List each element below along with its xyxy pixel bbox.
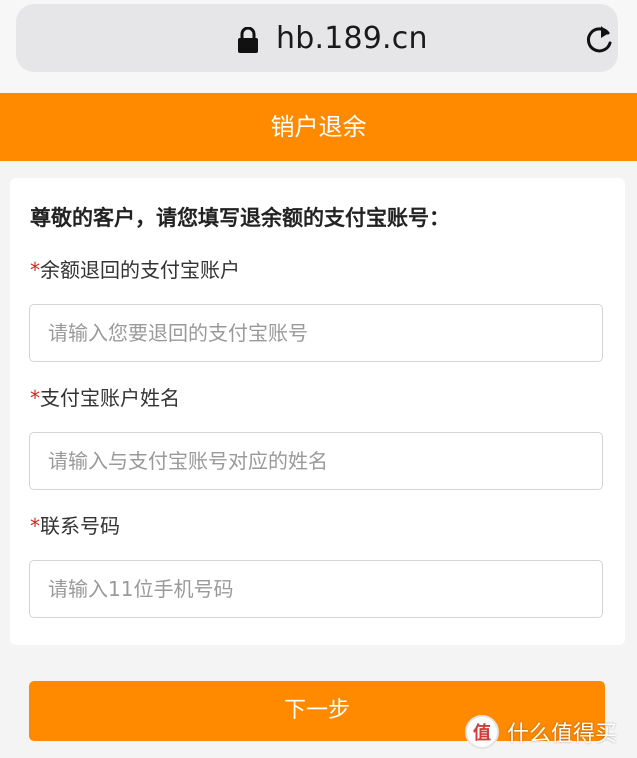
contact-number-label: *联系号码 <box>30 514 120 538</box>
contact-number-input[interactable] <box>29 560 603 618</box>
lock-icon <box>238 27 258 53</box>
alipay-account-label: *余额退回的支付宝账户 <box>30 258 240 282</box>
alipay-account-input[interactable] <box>29 304 603 362</box>
reload-icon[interactable] <box>582 23 616 57</box>
watermark: 值 什么值得买 <box>465 712 617 752</box>
browser-toolbar: hb.189.cn <box>0 0 637 93</box>
page-title: 销户退余 <box>0 93 637 161</box>
watermark-logo-icon: 值 <box>465 715 499 749</box>
watermark-text: 什么值得买 <box>507 722 618 747</box>
alipay-name-label: *支付宝账户姓名 <box>30 386 180 410</box>
refund-form-card: 尊敬的客户，请您填写退余额的支付宝账号： *余额退回的支付宝账户 *支付宝账户姓… <box>10 178 625 645</box>
alipay-name-input[interactable] <box>29 432 603 490</box>
form-intro: 尊敬的客户，请您填写退余额的支付宝账号： <box>30 206 450 230</box>
address-bar[interactable]: hb.189.cn <box>16 4 618 72</box>
required-mark: * <box>30 386 40 410</box>
url-text: hb.189.cn <box>276 21 428 56</box>
required-mark: * <box>30 258 40 282</box>
required-mark: * <box>30 514 40 538</box>
